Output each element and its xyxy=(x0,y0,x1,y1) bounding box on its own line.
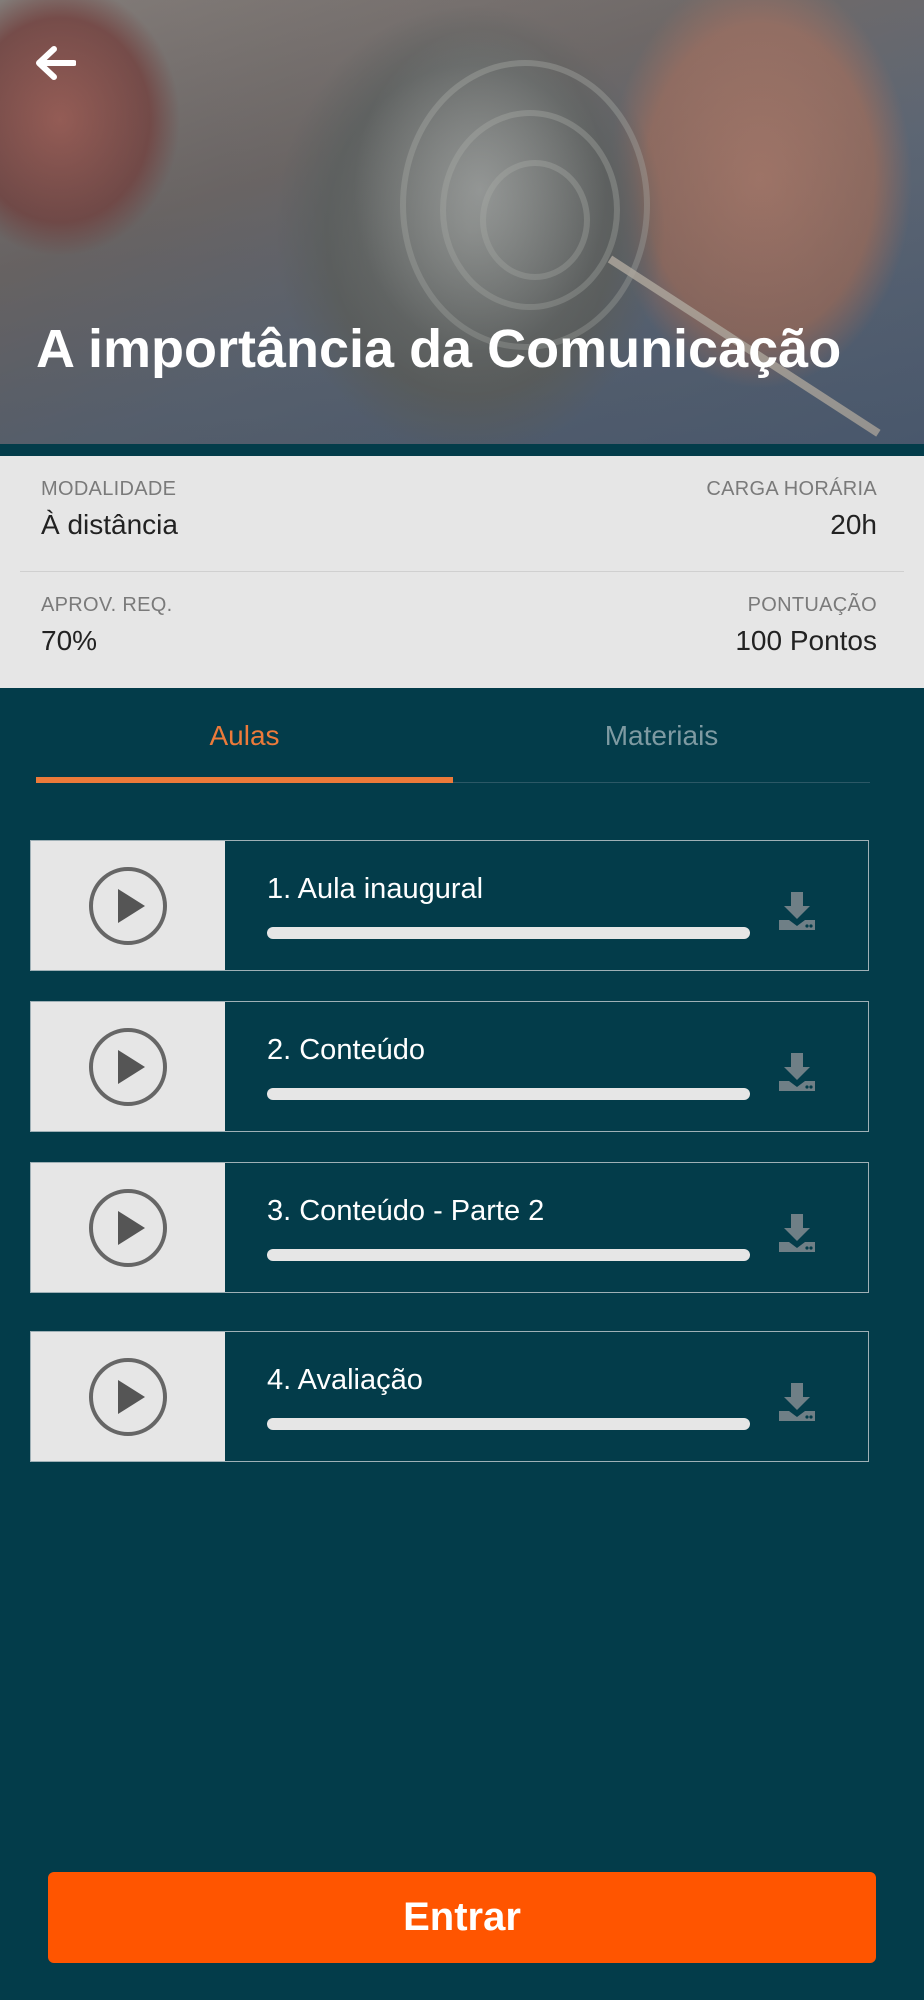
course-info-panel: MODALIDADE À distância CARGA HORÁRIA 20h… xyxy=(0,456,924,688)
lesson-progress-bar xyxy=(267,1249,750,1261)
lesson-thumbnail[interactable] xyxy=(31,841,225,970)
lesson-thumbnail[interactable] xyxy=(31,1002,225,1131)
tab-aulas[interactable]: Aulas xyxy=(36,688,453,784)
approval-value: 70% xyxy=(41,625,98,656)
download-button[interactable] xyxy=(775,889,819,933)
info-row: APROV. REQ. 70% PONTUAÇÃO 100 Pontos xyxy=(0,572,924,688)
workload-value: 20h xyxy=(830,509,877,540)
hero-divider xyxy=(0,444,924,456)
lesson-item[interactable]: 2. Conteúdo xyxy=(30,1001,869,1132)
download-icon xyxy=(779,892,815,930)
lesson-progress-bar xyxy=(267,1418,750,1430)
modality-info: MODALIDADE À distância xyxy=(41,478,178,541)
active-tab-indicator xyxy=(36,777,453,783)
arrow-left-icon xyxy=(36,46,76,80)
approval-label: APROV. REQ. xyxy=(41,594,173,616)
play-icon xyxy=(89,1188,167,1267)
lesson-item[interactable]: 1. Aula inaugural xyxy=(30,840,869,971)
info-row: MODALIDADE À distância CARGA HORÁRIA 20h xyxy=(0,456,924,572)
workload-label: CARGA HORÁRIA xyxy=(706,478,877,500)
lesson-progress-bar xyxy=(267,1088,750,1100)
play-icon xyxy=(89,1027,167,1106)
lesson-title: 2. Conteúdo xyxy=(267,1034,426,1066)
play-icon xyxy=(89,1357,167,1436)
score-label: PONTUAÇÃO xyxy=(747,594,877,616)
download-button[interactable] xyxy=(775,1050,819,1094)
back-button[interactable] xyxy=(30,38,80,88)
modality-label: MODALIDADE xyxy=(41,478,177,500)
download-icon xyxy=(779,1214,815,1252)
tab-materiais[interactable]: Materiais xyxy=(453,688,870,784)
workload-info: CARGA HORÁRIA 20h xyxy=(706,478,877,541)
lesson-thumbnail[interactable] xyxy=(31,1163,225,1292)
download-button[interactable] xyxy=(775,1380,819,1424)
course-cover-image: A importância da Comunicação xyxy=(0,0,924,444)
enter-button[interactable]: Entrar xyxy=(48,1872,876,1963)
tab-bar: Aulas Materiais xyxy=(36,688,870,784)
course-detail-screen: A importância da Comunicação MODALIDADE … xyxy=(0,0,924,2000)
lesson-title: 1. Aula inaugural xyxy=(267,873,484,905)
lesson-item[interactable]: 4. Avaliação xyxy=(30,1331,869,1462)
lesson-title: 3. Conteúdo - Parte 2 xyxy=(267,1195,545,1227)
download-icon xyxy=(779,1053,815,1091)
score-value: 100 Pontos xyxy=(735,625,877,656)
play-icon xyxy=(89,866,167,945)
lesson-item[interactable]: 3. Conteúdo - Parte 2 xyxy=(30,1162,869,1293)
lesson-title: 4. Avaliação xyxy=(267,1364,423,1396)
score-info: PONTUAÇÃO 100 Pontos xyxy=(735,594,877,657)
download-button[interactable] xyxy=(775,1211,819,1255)
download-icon xyxy=(779,1383,815,1421)
approval-info: APROV. REQ. 70% xyxy=(41,594,173,657)
modality-value: À distância xyxy=(41,509,178,540)
course-title: A importância da Comunicação xyxy=(36,319,842,379)
lesson-progress-bar xyxy=(267,927,750,939)
lesson-thumbnail[interactable] xyxy=(31,1332,225,1461)
